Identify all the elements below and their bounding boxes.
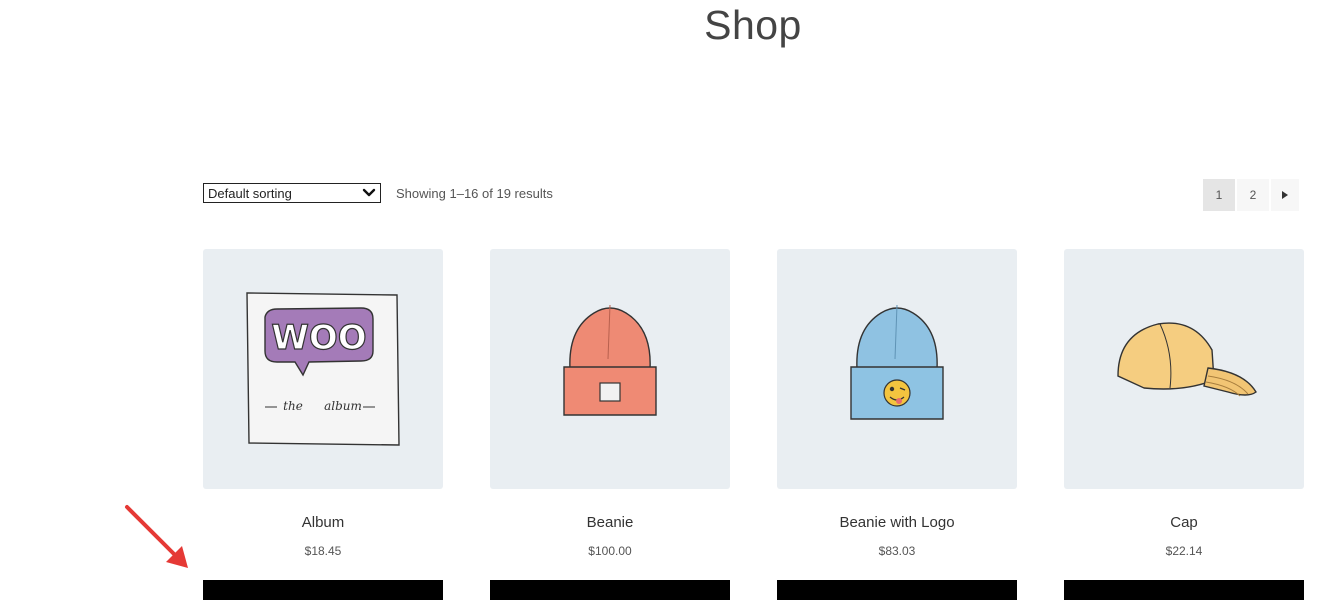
result-count: Showing 1–16 of 19 results — [396, 186, 553, 201]
page-2-link[interactable]: 2 — [1237, 179, 1269, 211]
chevron-down-icon — [362, 188, 376, 197]
product-name[interactable]: Beanie — [490, 514, 730, 531]
product-card-beanie: Beanie $100.00 — [490, 249, 730, 558]
product-image-album[interactable]: WOO the album — [203, 249, 443, 489]
product-name[interactable]: Album — [203, 514, 443, 531]
page-1-link[interactable]: 1 — [1203, 179, 1235, 211]
product-name[interactable]: Beanie with Logo — [777, 514, 1017, 531]
add-to-cart-button[interactable] — [490, 580, 730, 600]
next-page-button[interactable] — [1271, 179, 1299, 211]
product-price: $83.03 — [878, 544, 916, 558]
svg-text:the: the — [283, 399, 303, 413]
product-price: $22.14 — [1165, 544, 1203, 558]
product-card-album: WOO the album Album $18.45 — [203, 249, 443, 558]
product-image-beanie-with-logo[interactable] — [777, 249, 1017, 489]
product-price: $100.00 — [588, 544, 632, 558]
pagination: 1 2 — [1203, 179, 1299, 211]
blue-beanie-logo-image — [850, 304, 944, 420]
product-name[interactable]: Cap — [1064, 514, 1304, 531]
product-card-cap: Cap $22.14 — [1064, 249, 1304, 558]
svg-text:WOO: WOO — [271, 318, 366, 358]
sort-select-value: Default sorting — [208, 185, 292, 201]
woo-album-image: WOO the album — [246, 292, 400, 446]
sort-select[interactable]: Default sorting — [203, 183, 381, 203]
orange-beanie-image — [563, 304, 657, 416]
product-image-beanie[interactable] — [490, 249, 730, 489]
yellow-cap-image — [1117, 322, 1257, 397]
product-price: $18.45 — [304, 544, 342, 558]
add-to-cart-button[interactable] — [777, 580, 1017, 600]
product-card-beanie-with-logo: Beanie with Logo $83.03 — [777, 249, 1017, 558]
svg-text:album: album — [324, 399, 362, 413]
page-title: Shop — [704, 2, 802, 48]
annotation-arrow-icon — [125, 505, 188, 568]
add-to-cart-button[interactable] — [1064, 580, 1304, 600]
triangle-right-icon — [1282, 191, 1288, 199]
add-to-cart-button[interactable] — [203, 580, 443, 600]
product-image-cap[interactable] — [1064, 249, 1304, 489]
